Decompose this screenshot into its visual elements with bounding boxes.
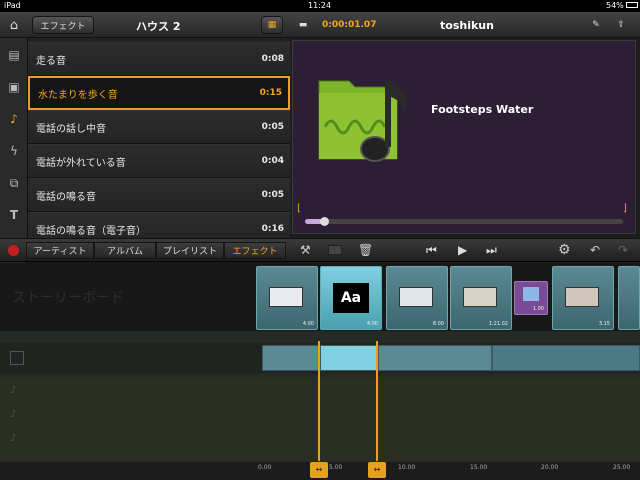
timecode-display: 0:00:01.07 bbox=[322, 20, 377, 30]
clip-thumbnail[interactable]: 1:21.02 bbox=[450, 266, 512, 330]
clip-thumbnail[interactable]: 4.00 bbox=[256, 266, 318, 330]
skip-back-icon[interactable]: ⏮ bbox=[426, 243, 437, 258]
clip-title[interactable]: Aa 4.00 bbox=[320, 266, 382, 330]
project-title: ハウス 2 bbox=[136, 20, 181, 33]
carrier-label: iPad bbox=[4, 1, 21, 10]
storyboard-watermark: ストーリーボード bbox=[12, 290, 124, 306]
trim-handle-right[interactable]: ↔ bbox=[368, 462, 386, 478]
aspect-icon[interactable]: ▬ bbox=[296, 16, 310, 34]
tab-album[interactable]: アルバム bbox=[94, 242, 156, 259]
gear-icon[interactable]: ⚙ bbox=[558, 242, 571, 258]
clip-transition[interactable]: 1.00 bbox=[514, 281, 548, 315]
title-icon[interactable]: T bbox=[4, 206, 24, 224]
media-sidebar: ▤ ▣ ♪ ϟ ⧉ T bbox=[0, 38, 28, 264]
music-icon: ♪ bbox=[10, 433, 17, 444]
split-clip-icon[interactable] bbox=[328, 245, 342, 255]
music-icon: ♪ bbox=[10, 385, 17, 396]
tab-playlist[interactable]: プレイリスト bbox=[156, 242, 224, 259]
playhead-end bbox=[376, 341, 378, 461]
redo-icon[interactable]: ↷ bbox=[618, 243, 628, 257]
preview-viewer: Footsteps Water ⌊ ⌋ bbox=[292, 40, 636, 234]
undo-icon[interactable]: ↶ bbox=[590, 243, 600, 257]
status-bar: iPad 11:24 54% bbox=[0, 0, 640, 12]
storyboard: ストーリーボード 4.00 Aa 4.00 8.00 1:21.02 1.00 … bbox=[0, 263, 640, 331]
transition-icon[interactable]: ⧉ bbox=[4, 174, 24, 192]
trim-handle-left[interactable]: ↔ bbox=[310, 462, 328, 478]
clip-thumbnail[interactable]: 8.00 bbox=[386, 266, 448, 330]
music-folder-icon bbox=[318, 80, 407, 162]
timeline-audio-clip[interactable] bbox=[492, 345, 640, 371]
tab-artist[interactable]: アーティスト bbox=[26, 242, 94, 259]
timeline-title-clip[interactable] bbox=[320, 345, 378, 371]
timeline-clip[interactable] bbox=[262, 345, 320, 371]
battery-level: 54% bbox=[606, 1, 624, 10]
back-button[interactable]: エフェクト bbox=[32, 16, 94, 34]
video-track-icon bbox=[10, 351, 24, 365]
list-item[interactable]: 走る音 0:08 bbox=[28, 42, 290, 76]
record-icon[interactable] bbox=[8, 245, 19, 256]
user-name: toshikun bbox=[440, 19, 494, 32]
music-icon: ♪ bbox=[10, 409, 17, 420]
timeline-clip[interactable] bbox=[378, 345, 492, 371]
track-title: Footsteps Water bbox=[431, 103, 534, 116]
share-icon[interactable]: ⇪ bbox=[612, 16, 630, 34]
back-button-label: エフェクト bbox=[40, 21, 86, 32]
edit-icon[interactable]: ✎ bbox=[588, 16, 604, 34]
film-icon[interactable]: ▤ bbox=[4, 46, 24, 64]
lightning-icon[interactable]: ϟ bbox=[4, 142, 24, 160]
photo-icon[interactable]: ▣ bbox=[4, 78, 24, 96]
top-toolbar: ⌂ エフェクト ハウス 2 ▦ ▬ 0:00:01.07 toshikun ✎ … bbox=[0, 12, 640, 38]
home-icon[interactable]: ⌂ bbox=[4, 16, 24, 34]
play-icon[interactable]: ▶ bbox=[458, 243, 467, 257]
audio-tracks bbox=[0, 377, 640, 461]
list-item-selected[interactable]: 水たまりを歩く音 0:15 bbox=[28, 76, 290, 110]
clip-thumbnail[interactable] bbox=[618, 266, 640, 330]
list-item[interactable]: 電話の鳴る音 0:05 bbox=[28, 178, 290, 212]
trim-start-handle[interactable]: ⌊ bbox=[297, 203, 301, 214]
timeline: ♪ ♪ ♪ bbox=[0, 331, 640, 462]
clip-thumbnail[interactable]: 3.15 bbox=[552, 266, 614, 330]
wrench-icon[interactable]: ⚒ bbox=[300, 243, 311, 257]
battery-icon bbox=[626, 2, 638, 8]
control-bar: アーティスト アルバム プレイリスト エフェクト ⚒ 🗑 ⏮ ▶ ⏭ ⚙ ↶ ↷ bbox=[0, 238, 640, 262]
playhead-start bbox=[318, 341, 320, 461]
music-icon[interactable]: ♪ bbox=[4, 110, 24, 128]
time-ruler: 0.00 5.00 10.00 15.00 20.00 25.00 ↔ ↔ bbox=[0, 462, 640, 480]
grid-view-icon[interactable]: ▦ bbox=[261, 16, 283, 34]
list-item[interactable]: 電話が外れている音 0:04 bbox=[28, 144, 290, 178]
list-item[interactable]: 電話の鳴る音（電子音） 0:16 bbox=[28, 212, 290, 238]
trim-end-handle[interactable]: ⌋ bbox=[623, 203, 627, 214]
clock: 11:24 bbox=[308, 1, 332, 10]
skip-forward-icon[interactable]: ⏭ bbox=[486, 243, 497, 258]
trash-icon[interactable]: 🗑 bbox=[358, 243, 373, 257]
scrub-knob[interactable] bbox=[320, 217, 330, 226]
scrub-track[interactable] bbox=[305, 219, 623, 224]
tab-effects[interactable]: エフェクト bbox=[224, 242, 286, 259]
title-glyph: Aa bbox=[333, 283, 369, 313]
list-item[interactable]: 電話の話し中音 0:05 bbox=[28, 110, 290, 144]
sound-effect-list: 走る音 0:08 水たまりを歩く音 0:15 電話の話し中音 0:05 電話が外れてい… bbox=[28, 38, 290, 238]
